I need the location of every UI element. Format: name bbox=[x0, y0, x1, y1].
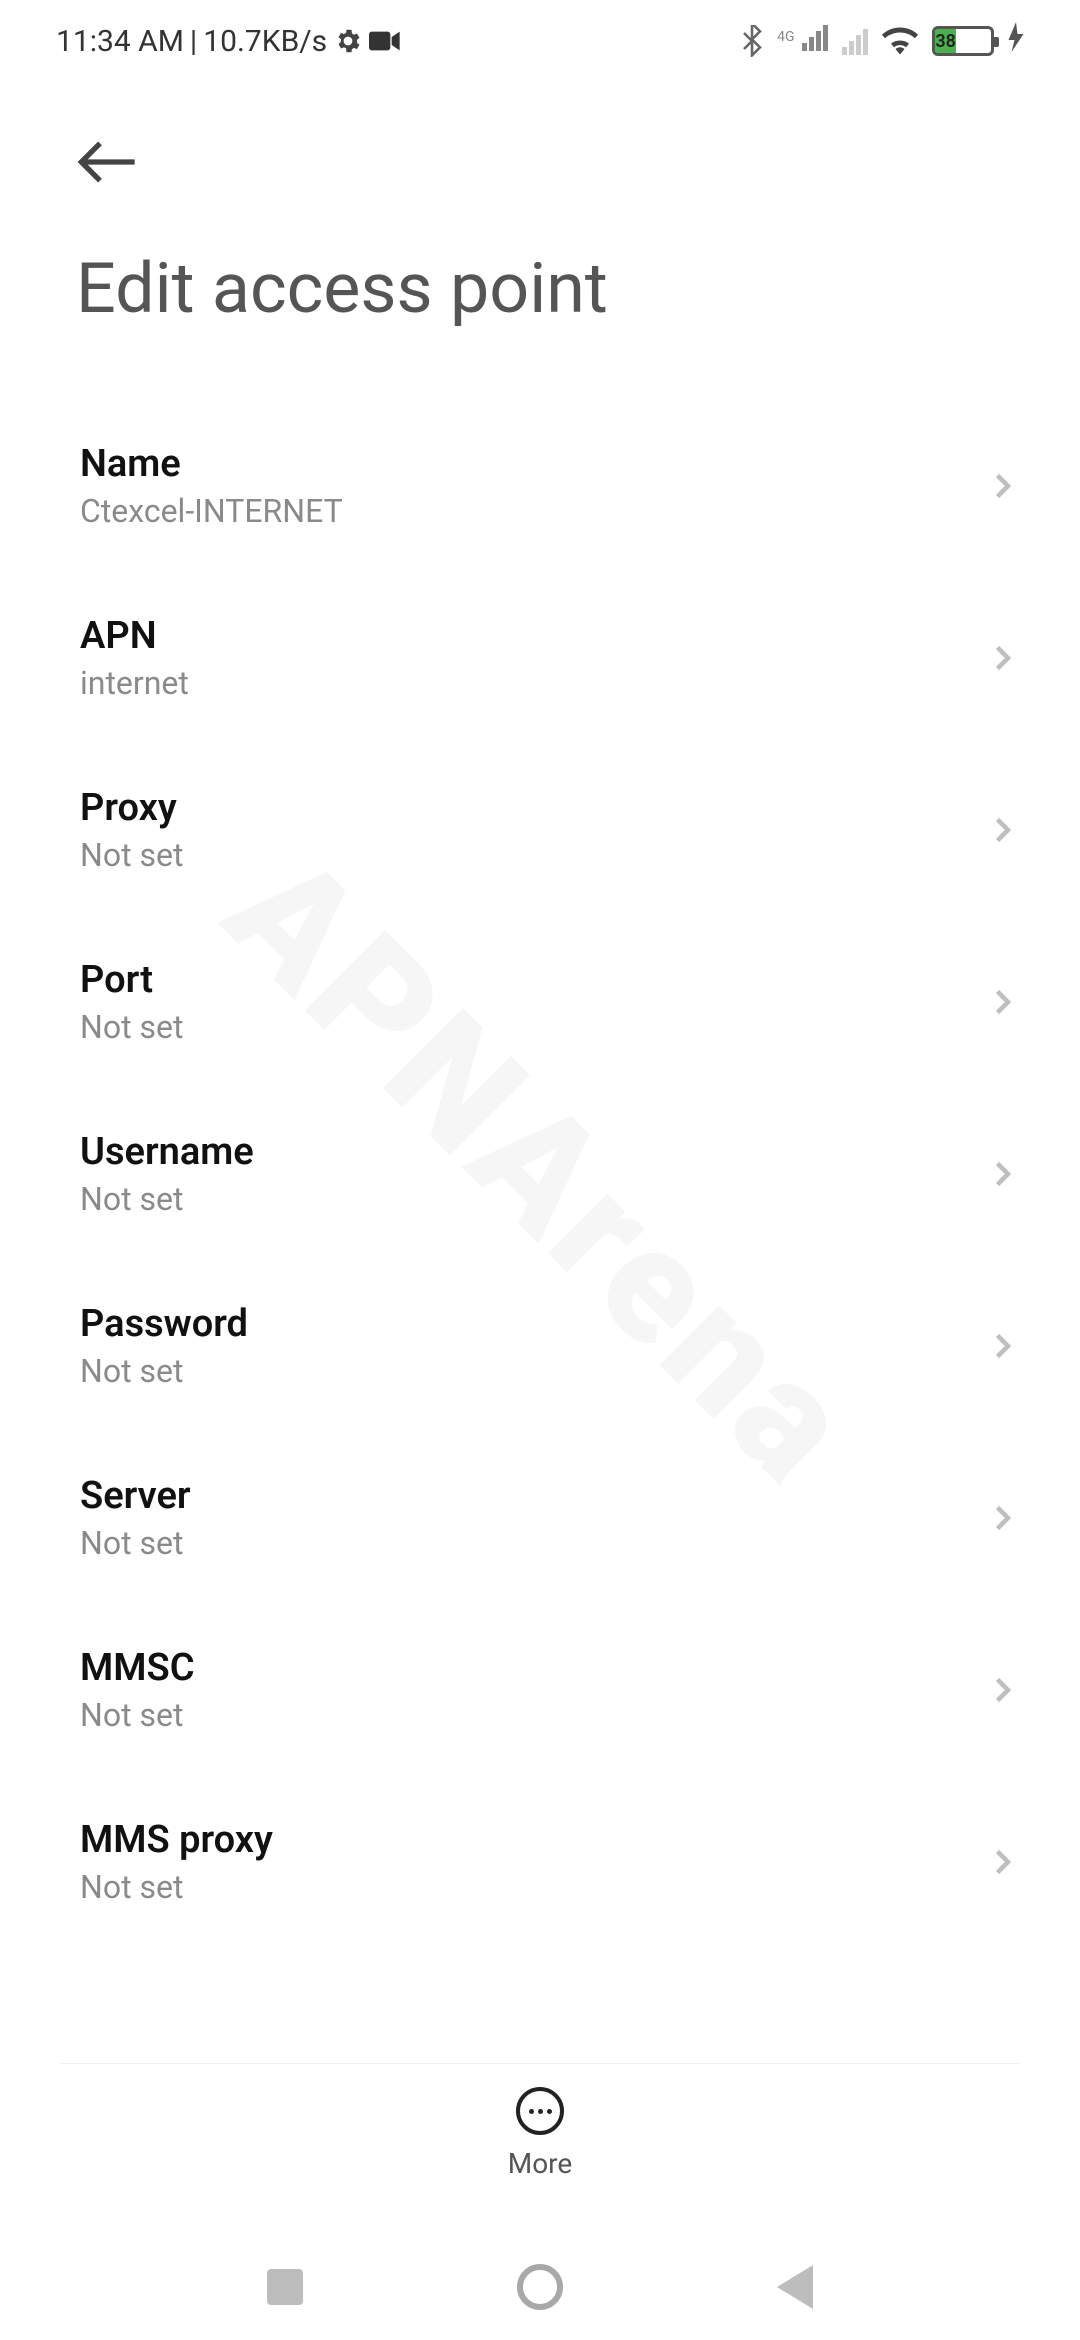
wifi-icon bbox=[882, 27, 918, 55]
chevron-right-icon bbox=[984, 1328, 1020, 1364]
chevron-right-icon bbox=[984, 984, 1020, 1020]
back-button[interactable] bbox=[76, 179, 140, 198]
chevron-right-icon bbox=[984, 1672, 1020, 1708]
chevron-right-icon bbox=[984, 1844, 1020, 1880]
row-value: Ctexcel-INTERNET bbox=[80, 492, 343, 530]
row-value: Not set bbox=[80, 1180, 254, 1218]
android-nav-bar bbox=[0, 2264, 1080, 2310]
chevron-right-icon bbox=[984, 1156, 1020, 1192]
row-mms-proxy[interactable]: MMS proxy Not set bbox=[0, 1776, 1080, 1948]
bluetooth-icon bbox=[741, 25, 763, 57]
nav-back-button[interactable] bbox=[777, 2265, 813, 2309]
row-username[interactable]: Username Not set bbox=[0, 1088, 1080, 1260]
row-label: MMS proxy bbox=[80, 1818, 273, 1862]
chevron-right-icon bbox=[984, 812, 1020, 848]
bottom-toolbar: More bbox=[0, 2063, 1080, 2180]
chevron-right-icon bbox=[984, 468, 1020, 504]
signal-bars-icon bbox=[802, 23, 828, 51]
row-proxy[interactable]: Proxy Not set bbox=[0, 744, 1080, 916]
status-right: 4G 38 bbox=[741, 22, 1024, 60]
status-net-speed: 10.7KB/s bbox=[203, 24, 327, 59]
status-left: 11:34 AM | 10.7KB/s bbox=[56, 24, 401, 59]
status-separator: | bbox=[190, 24, 197, 59]
row-label: APN bbox=[80, 614, 189, 658]
row-label: MMSC bbox=[80, 1646, 195, 1690]
gear-icon bbox=[333, 26, 363, 56]
more-button[interactable]: More bbox=[508, 2087, 573, 2180]
row-password[interactable]: Password Not set bbox=[0, 1260, 1080, 1432]
more-icon bbox=[516, 2087, 564, 2135]
more-label: More bbox=[508, 2147, 573, 2180]
row-value: internet bbox=[80, 664, 189, 702]
row-name[interactable]: Name Ctexcel-INTERNET bbox=[0, 400, 1080, 572]
page-title: Edit access point bbox=[0, 198, 1080, 370]
nav-recents-button[interactable] bbox=[267, 2269, 303, 2305]
signal-bars-secondary-icon bbox=[842, 27, 868, 55]
camera-icon bbox=[369, 29, 401, 53]
row-label: Port bbox=[80, 958, 183, 1002]
arrow-left-icon bbox=[76, 130, 140, 194]
row-value: Not set bbox=[80, 1696, 195, 1734]
row-value: Not set bbox=[80, 1352, 248, 1390]
row-label: Proxy bbox=[80, 786, 183, 830]
row-apn[interactable]: APN internet bbox=[0, 572, 1080, 744]
row-port[interactable]: Port Not set bbox=[0, 916, 1080, 1088]
chevron-right-icon bbox=[984, 640, 1020, 676]
row-label: Name bbox=[80, 442, 343, 486]
row-value: Not set bbox=[80, 1524, 191, 1562]
row-server[interactable]: Server Not set bbox=[0, 1432, 1080, 1604]
settings-list: Name Ctexcel-INTERNET APN internet Proxy… bbox=[0, 370, 1080, 1948]
header-row bbox=[0, 60, 1080, 198]
row-label: Username bbox=[80, 1130, 254, 1174]
status-time: 11:34 AM bbox=[56, 24, 184, 59]
nav-home-button[interactable] bbox=[517, 2264, 563, 2310]
row-label: Password bbox=[80, 1302, 248, 1346]
status-bar: 11:34 AM | 10.7KB/s 4G 38 bbox=[0, 0, 1080, 60]
row-label: Server bbox=[80, 1474, 191, 1518]
row-mmsc[interactable]: MMSC Not set bbox=[0, 1604, 1080, 1776]
row-value: Not set bbox=[80, 1868, 273, 1906]
row-value: Not set bbox=[80, 836, 183, 874]
battery-percentage: 38 bbox=[935, 29, 956, 53]
row-value: Not set bbox=[80, 1008, 183, 1046]
chevron-right-icon bbox=[984, 1500, 1020, 1536]
network-type: 4G bbox=[777, 23, 828, 59]
battery-icon: 38 bbox=[932, 26, 994, 56]
charging-icon bbox=[1008, 22, 1024, 60]
